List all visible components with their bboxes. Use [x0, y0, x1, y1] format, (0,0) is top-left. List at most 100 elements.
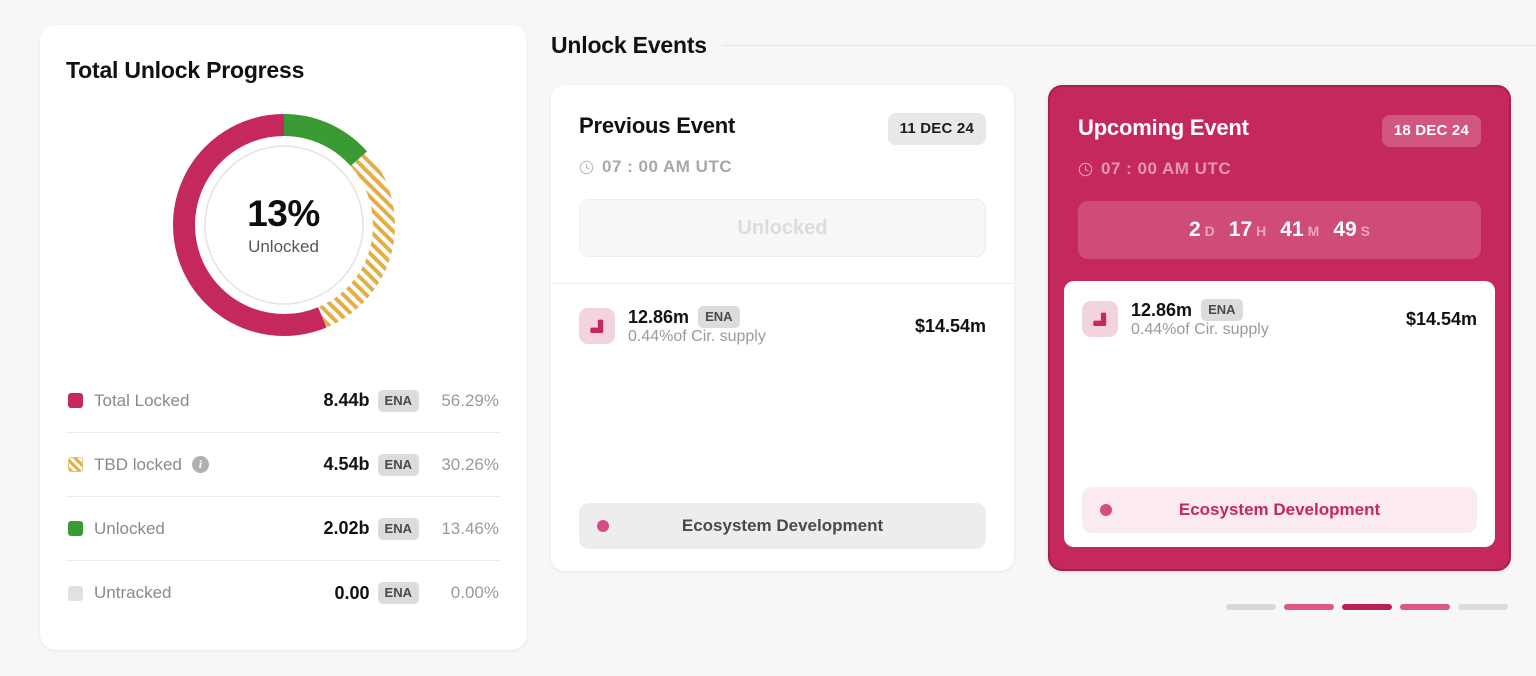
unlock-legend: Total Locked 8.44b ENA 56.29% TBD locked… [66, 369, 501, 625]
category-dot-icon [1100, 504, 1112, 516]
countdown-minutes: 41 [1280, 218, 1304, 241]
previous-event-token-info: 12.86m ENA 0.44%of Cir. supply [628, 306, 766, 346]
legend-unit-badge: ENA [377, 582, 419, 604]
donut-center-label: 13% Unlocked [170, 111, 398, 339]
previous-event-time: 07 : 00 AM UTC [602, 157, 733, 176]
section-header: Unlock Events [551, 32, 1536, 59]
grey-swatch-icon [68, 585, 83, 601]
legend-amount: 8.44b [323, 390, 370, 410]
donut-percent-value: 13% [247, 193, 320, 234]
previous-event-body: 12.86m ENA 0.44%of Cir. supply $14.54m [551, 284, 1014, 346]
section-title: Unlock Events [551, 32, 707, 58]
countdown-days-unit: D [1204, 223, 1215, 239]
pagination-bar-1[interactable] [1226, 604, 1276, 610]
countdown-seconds: 49 [1333, 218, 1357, 241]
legend-unit-badge: ENA [377, 453, 419, 476]
ena-logo-glyph [589, 319, 603, 333]
upcoming-event-time: 07 : 00 AM UTC [1101, 159, 1232, 178]
legend-amount: 0.00 [334, 582, 370, 603]
previous-event-time-row: 07 : 00 AM UTC [579, 157, 986, 177]
category-dot-icon [597, 520, 609, 532]
legend-label: Untracked [94, 583, 172, 602]
countdown-seconds-unit: S [1360, 223, 1371, 239]
previous-event-title: Previous Event [579, 113, 736, 138]
category-label: Ecosystem Development [681, 516, 884, 535]
legend-percent: 30.26% [441, 454, 499, 474]
token-supply-share: 0.44%of Cir. supply [1131, 321, 1269, 338]
countdown-minutes-unit: M [1307, 223, 1320, 239]
token-unit-badge: ENA [1201, 299, 1243, 321]
upcoming-event-date-badge: 18 DEC 24 [1381, 115, 1481, 147]
upcoming-event-token-top: 12.86m ENA [1131, 299, 1269, 321]
upcoming-event-category-pill[interactable]: Ecosystem Development [1082, 487, 1477, 533]
pagination-bar-active[interactable] [1342, 604, 1392, 610]
token-usd-value: $14.54m [914, 315, 986, 336]
previous-event-status-box: Unlocked [579, 199, 986, 257]
total-unlock-progress-panel: Total Unlock Progress 13% Unlocked Total… [40, 25, 527, 650]
clock-icon [579, 160, 594, 174]
ena-token-icon [1082, 301, 1118, 337]
green-swatch-icon [68, 521, 83, 536]
legend-unit-badge: ENA [377, 389, 419, 412]
previous-event-status-text: Unlocked [737, 216, 828, 239]
legend-row-tbd-locked[interactable]: TBD locked i 4.54b ENA 30.26% [66, 433, 501, 497]
upcoming-event-title: Upcoming Event [1078, 115, 1249, 140]
token-amount: 12.86m [628, 306, 690, 327]
info-icon[interactable]: i [191, 456, 209, 473]
upcoming-event-countdown-box: 2D 17 H 41 M 49 S [1078, 201, 1481, 259]
carousel-pagination[interactable] [1226, 604, 1508, 610]
pagination-bar-2[interactable] [1284, 604, 1334, 610]
legend-percent: 0.00% [450, 583, 499, 602]
event-cards-container: Previous Event 11 DEC 24 07 : 00 AM UTC … [551, 85, 1536, 571]
previous-event-date-badge: 11 DEC 24 [887, 113, 986, 145]
legend-percent: 56.29% [441, 390, 499, 410]
pagination-bar-5[interactable] [1458, 604, 1508, 610]
previous-event-category-pill[interactable]: Ecosystem Development [579, 503, 986, 549]
legend-unit-badge: ENA [377, 517, 419, 540]
previous-event-card[interactable]: Previous Event 11 DEC 24 07 : 00 AM UTC … [551, 85, 1014, 571]
countdown-days: 2 [1188, 218, 1201, 241]
upcoming-event-token-row[interactable]: 12.86m ENA 0.44%of Cir. supply $14.54m [1082, 299, 1477, 339]
pagination-bar-4[interactable] [1400, 604, 1450, 610]
token-amount: 12.86m [1131, 299, 1193, 320]
legend-label: Unlocked [94, 518, 165, 538]
donut-percent-caption: Unlocked [248, 237, 319, 256]
upcoming-event-body: 12.86m ENA 0.44%of Cir. supply $14.54m E… [1064, 281, 1495, 547]
page-title: Total Unlock Progress [66, 57, 305, 83]
legend-label: TBD locked [94, 454, 182, 474]
previous-event-header-top: Previous Event 11 DEC 24 [579, 113, 986, 145]
legend-row-untracked[interactable]: Untracked 0.00 ENA 0.00% [66, 561, 501, 625]
section-divider [721, 45, 1536, 46]
previous-event-header: Previous Event 11 DEC 24 07 : 00 AM UTC … [551, 85, 1014, 257]
ena-logo-glyph [1092, 312, 1106, 326]
striped-amber-swatch-icon [68, 457, 83, 472]
upcoming-event-time-row: 07 : 00 AM UTC [1078, 159, 1481, 179]
unlock-dashboard: Total Unlock Progress 13% Unlocked Total… [0, 0, 1536, 676]
crimson-swatch-icon [68, 393, 83, 408]
previous-event-token-top: 12.86m ENA [628, 306, 766, 328]
legend-percent: 13.46% [441, 518, 499, 538]
token-supply-share: 0.44%of Cir. supply [628, 328, 766, 345]
upcoming-event-card[interactable]: Upcoming Event 18 DEC 24 07 : 00 AM UTC [1048, 85, 1511, 571]
token-unit-badge: ENA [698, 306, 740, 328]
previous-event-token-row[interactable]: 12.86m ENA 0.44%of Cir. supply $14.54m [579, 306, 986, 346]
countdown-hours-unit: H [1256, 223, 1267, 239]
countdown-hours: 17 [1228, 218, 1253, 241]
upcoming-event-token-info: 12.86m ENA 0.44%of Cir. supply [1131, 299, 1269, 339]
unlock-progress-donut-chart: 13% Unlocked [170, 111, 398, 339]
upcoming-event-tag-wrap: Ecosystem Development [1078, 487, 1481, 533]
legend-amount: 4.54b [323, 454, 370, 474]
legend-label: Total Locked [94, 390, 190, 410]
countdown-timer: 2D 17 H 41 M 49 S [1189, 218, 1370, 242]
upcoming-event-header: Upcoming Event 18 DEC 24 07 : 00 AM UTC [1050, 87, 1509, 259]
unlock-events-section: Unlock Events Previous Event 11 DEC 24 0… [551, 0, 1536, 676]
upcoming-event-header-top: Upcoming Event 18 DEC 24 [1078, 115, 1481, 147]
legend-row-unlocked[interactable]: Unlocked 2.02b ENA 13.46% [66, 497, 501, 561]
ena-token-icon [579, 308, 615, 344]
legend-row-total-locked[interactable]: Total Locked 8.44b ENA 56.29% [66, 369, 501, 433]
legend-amount: 2.02b [323, 518, 370, 538]
category-label: Ecosystem Development [1178, 500, 1381, 519]
clock-icon [1078, 162, 1093, 176]
token-usd-value: $14.54m [1405, 308, 1477, 329]
previous-event-tag-wrap: Ecosystem Development [551, 503, 1014, 549]
